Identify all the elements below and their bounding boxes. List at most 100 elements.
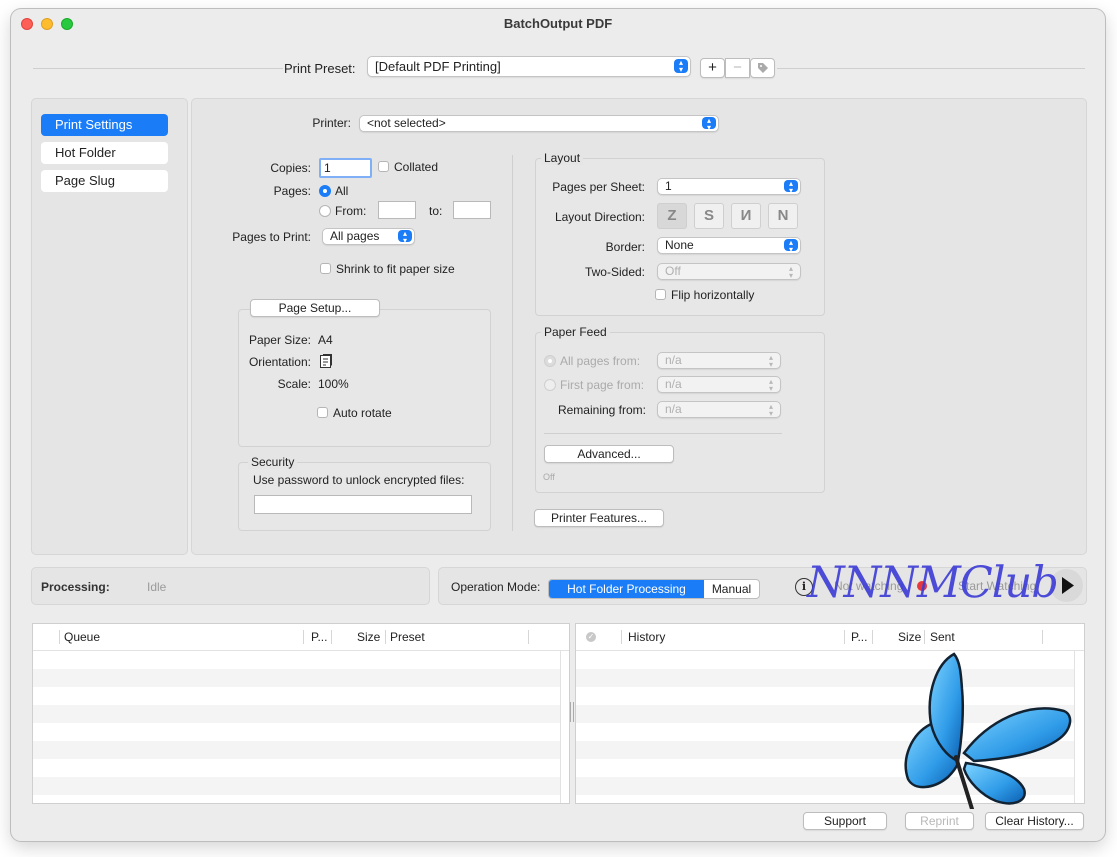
reprint-button[interactable]: Reprint xyxy=(905,812,974,830)
scale-label: Scale: xyxy=(277,377,311,391)
collated-label: Collated xyxy=(394,160,439,174)
table-row xyxy=(33,777,560,795)
chevron-updown-icon: ▴ ▾ xyxy=(398,230,412,245)
page-setup-button[interactable]: Page Setup... xyxy=(250,299,380,317)
direction-n-reverse-icon[interactable]: И xyxy=(731,203,761,229)
sidebar-item-print-settings[interactable]: Print Settings xyxy=(41,114,168,136)
all-pages-from-value: n/a xyxy=(665,353,682,367)
history-sent-column-header[interactable]: Sent xyxy=(930,624,955,650)
direction-n-icon[interactable]: N xyxy=(768,203,798,229)
queue-header xyxy=(33,624,569,651)
shrink-label: Shrink to fit paper size xyxy=(336,262,455,276)
first-page-from-radio[interactable] xyxy=(544,379,556,391)
paper-size-value: A4 xyxy=(318,333,333,347)
tag-preset-button[interactable] xyxy=(750,58,775,78)
column-separator xyxy=(621,630,622,644)
chevron-updown-icon: ▴ ▾ xyxy=(768,377,773,393)
advanced-button[interactable]: Advanced... xyxy=(544,445,674,463)
pages-from-label: From: xyxy=(335,204,367,218)
pages-label: Pages: xyxy=(273,184,311,198)
history-size-column-header[interactable]: Size xyxy=(898,624,921,650)
first-page-from-label: First page from: xyxy=(560,378,645,392)
printer-value: <not selected> xyxy=(367,116,446,130)
border-popup[interactable]: None ▴ ▾ xyxy=(657,237,801,254)
remaining-from-popup[interactable]: n/a ▴ ▾ xyxy=(657,401,781,418)
orientation-label: Orientation: xyxy=(248,355,311,369)
flip-horizontally-checkbox[interactable] xyxy=(655,289,666,300)
watermark-text: NNNMClub xyxy=(807,558,1059,608)
remove-preset-button[interactable]: − xyxy=(725,58,750,78)
pages-to-print-label: Pages to Print: xyxy=(232,230,311,244)
first-page-from-popup[interactable]: n/a ▴ ▾ xyxy=(657,376,781,393)
chevron-updown-icon: ▴ ▾ xyxy=(768,402,773,418)
operation-mode-label: Operation Mode: xyxy=(451,580,541,594)
preset-divider-right xyxy=(777,68,1085,69)
all-pages-from-label: All pages from: xyxy=(560,354,641,368)
table-row xyxy=(33,705,560,723)
security-password-field[interactable] xyxy=(254,495,472,514)
pages-from-field[interactable] xyxy=(378,201,416,219)
shrink-checkbox[interactable] xyxy=(320,263,331,274)
add-preset-button[interactable]: + xyxy=(700,58,725,78)
chevron-updown-icon: ▴ ▾ xyxy=(674,59,688,74)
split-view-handle[interactable] xyxy=(570,702,574,722)
printer-popup[interactable]: <not selected> ▴ ▾ xyxy=(359,115,719,132)
column-separator xyxy=(1042,630,1043,644)
column-separator xyxy=(844,630,845,644)
queue-preset-column-header[interactable]: Preset xyxy=(390,624,425,650)
print-preset-popup[interactable]: [Default PDF Printing] ▴ ▾ xyxy=(367,56,691,77)
auto-rotate-label: Auto rotate xyxy=(333,406,392,420)
support-button[interactable]: Support xyxy=(803,812,887,830)
paper-feed-divider xyxy=(544,433,782,434)
queue-pages-column-header[interactable]: P... xyxy=(311,624,327,650)
pages-from-radio[interactable] xyxy=(319,205,331,217)
pages-per-sheet-popup[interactable]: 1 ▴ ▾ xyxy=(657,178,801,195)
direction-s-icon[interactable]: S xyxy=(694,203,724,229)
sidebar-item-hot-folder[interactable]: Hot Folder xyxy=(41,142,168,164)
all-pages-from-popup[interactable]: n/a ▴ ▾ xyxy=(657,352,781,369)
printer-label: Printer: xyxy=(312,116,351,130)
layout-title: Layout xyxy=(541,151,584,165)
copies-label: Copies: xyxy=(270,161,311,175)
two-sided-label: Two-Sided: xyxy=(584,265,645,279)
history-column-header[interactable]: History xyxy=(628,624,665,650)
flip-horizontally-label: Flip horizontally xyxy=(671,288,755,302)
queue-column-header[interactable]: Queue xyxy=(64,624,100,650)
pages-all-radio[interactable] xyxy=(319,185,331,197)
pages-to-print-popup[interactable]: All pages ▴ ▾ xyxy=(322,228,415,245)
printer-features-button[interactable]: Printer Features... xyxy=(534,509,664,527)
all-pages-from-radio[interactable] xyxy=(544,355,556,367)
table-row xyxy=(33,669,560,687)
column-separator xyxy=(924,630,925,644)
processing-status: Idle xyxy=(147,580,167,594)
copies-field[interactable]: 1 xyxy=(319,158,372,178)
sidebar-item-page-slug[interactable]: Page Slug xyxy=(41,170,168,192)
direction-z-icon[interactable]: Z xyxy=(657,203,687,229)
collated-checkbox[interactable] xyxy=(378,161,389,172)
queue-scroll-edge xyxy=(560,650,561,803)
clear-history-button[interactable]: Clear History... xyxy=(985,812,1084,830)
paper-feed-off-label: Off xyxy=(543,472,555,482)
security-title: Security xyxy=(248,455,298,469)
remaining-from-value: n/a xyxy=(665,402,682,416)
butterfly-logo xyxy=(904,652,1072,809)
queue-table[interactable]: Queue P... Size Preset xyxy=(32,623,570,804)
column-separator xyxy=(331,630,332,644)
pages-to-field[interactable] xyxy=(453,201,491,219)
pages-all-label: All xyxy=(335,184,349,198)
paper-feed-title: Paper Feed xyxy=(541,325,610,339)
security-hint: Use password to unlock encrypted files: xyxy=(253,473,465,487)
history-pages-column-header[interactable]: P... xyxy=(851,624,867,650)
manual-segment[interactable]: Manual xyxy=(704,580,759,598)
queue-size-column-header[interactable]: Size xyxy=(357,624,380,650)
two-sided-popup[interactable]: Off ▴ ▾ xyxy=(657,263,801,280)
checkmark-icon: ✓ xyxy=(586,632,596,642)
chevron-updown-icon: ▴ ▾ xyxy=(784,180,798,195)
processing-panel: Processing: Idle xyxy=(31,567,430,605)
auto-rotate-checkbox[interactable] xyxy=(317,407,328,418)
preset-divider-left xyxy=(33,68,283,69)
scale-value: 100% xyxy=(318,377,349,391)
column-separator xyxy=(872,630,873,644)
chevron-updown-icon: ▴ ▾ xyxy=(784,239,798,254)
hot-folder-processing-segment[interactable]: Hot Folder Processing xyxy=(549,580,704,598)
